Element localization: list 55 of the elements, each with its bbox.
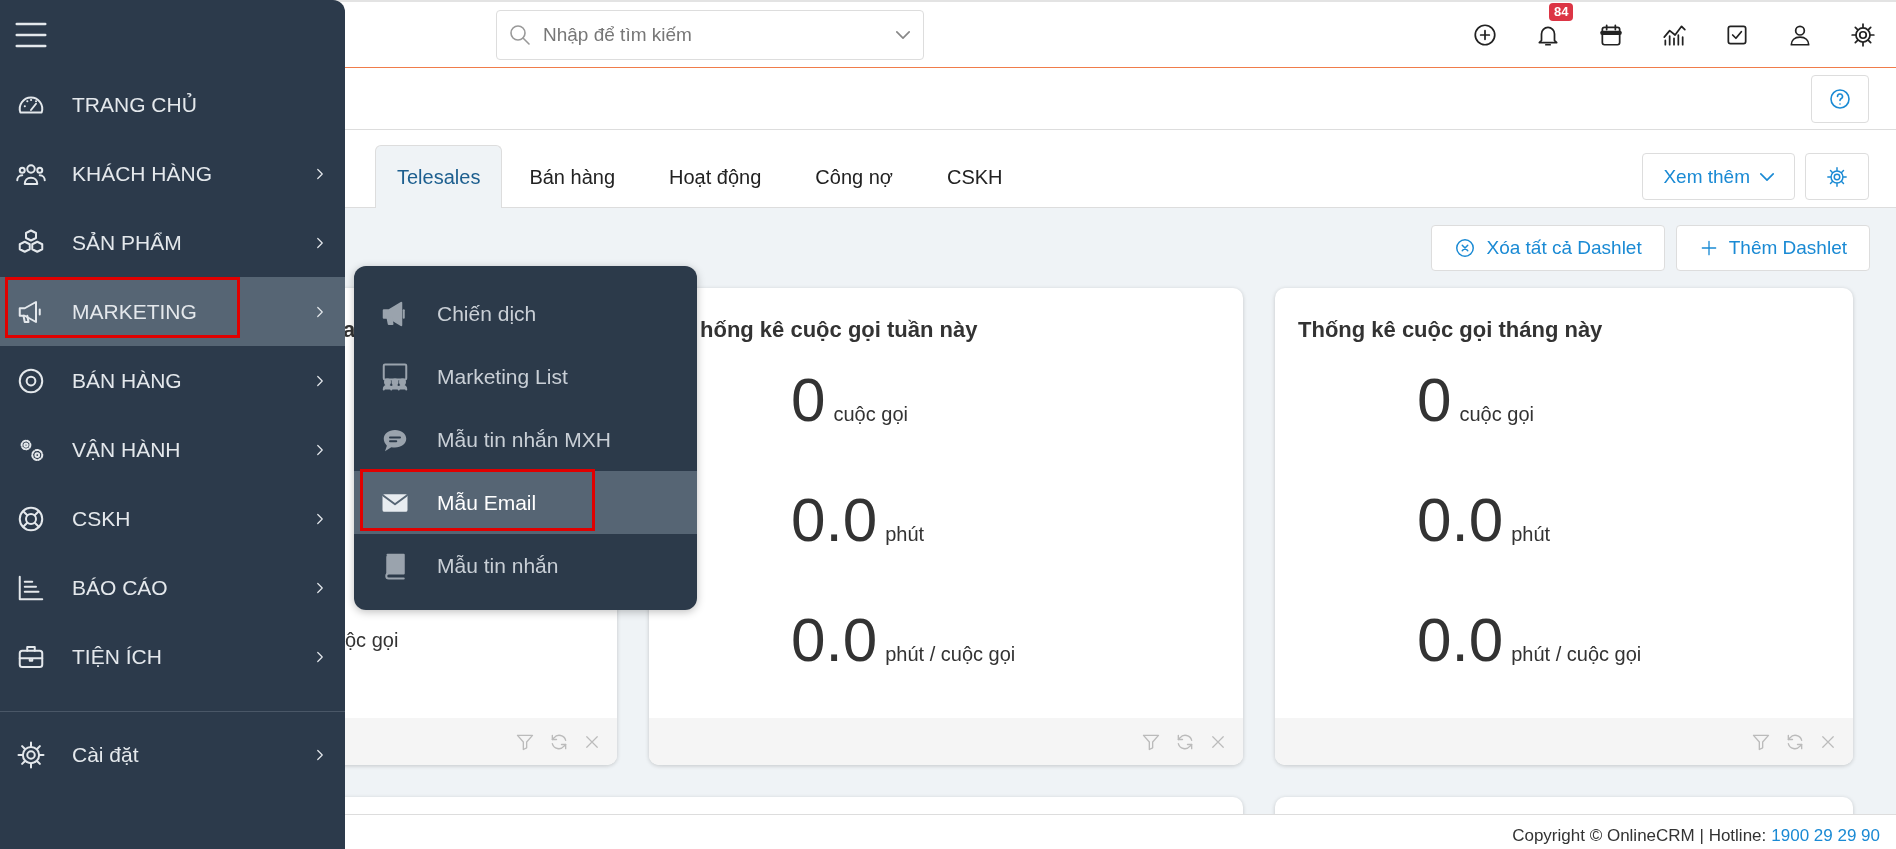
settings-button[interactable] [1849, 20, 1877, 49]
stat-value: 0.0 [1417, 605, 1504, 675]
card-title: hống kê cuộc gọi tuần này [700, 316, 978, 344]
stat-unit: cuộc gọi [1459, 403, 1534, 426]
sidebar-item[interactable]: MARKETING [0, 277, 345, 346]
settings-icon [1850, 21, 1876, 48]
close-circle-icon [1454, 237, 1477, 259]
sidebar-item[interactable]: BÁO CÁO [0, 553, 345, 622]
stat-unit: phút [885, 523, 925, 546]
settings-icon [16, 739, 46, 770]
sidebar-item[interactable]: Cài đặt [0, 720, 345, 789]
add-dashlet-button[interactable]: Thêm Dashlet [1675, 225, 1870, 271]
presentation-icon [380, 361, 410, 392]
sidebar-item[interactable]: CSKH [0, 484, 345, 553]
sidebar-item[interactable]: SẢN PHẨM [0, 208, 345, 277]
submenu-item[interactable]: Chiến dịch [354, 282, 697, 345]
tab[interactable]: CSKH [919, 145, 1030, 208]
submenu-item[interactable]: Marketing List [354, 345, 697, 408]
more-button[interactable]: Xem thêm [1642, 153, 1795, 200]
tab[interactable]: Bán hàng [502, 145, 643, 208]
help-button[interactable] [1811, 74, 1869, 123]
stat-value: 0.0 [791, 605, 878, 675]
sidebar-item[interactable]: TIỆN ÍCH [0, 622, 345, 691]
submenu-item[interactable]: Mẫu tin nhắn [354, 534, 697, 597]
search-icon [508, 22, 532, 47]
stat-value: 0 [791, 365, 826, 435]
notification-badge: 84 [1549, 2, 1574, 21]
stat-unit: phút / cuộc gọi [885, 643, 1016, 666]
calendar-icon [1598, 21, 1624, 48]
sidebar-item[interactable]: KHÁCH HÀNG [0, 139, 345, 208]
help-icon [1828, 86, 1852, 111]
sidebar-item[interactable]: BÁN HÀNG [0, 346, 345, 415]
tab[interactable]: Hoạt động [642, 145, 789, 208]
stat-unit: ộc gọi [345, 628, 399, 652]
submenu-item[interactable]: Mẫu tin nhắn MXH [354, 408, 697, 471]
clear-dashlets-button[interactable]: Xóa tất cả Dashlet [1431, 225, 1665, 271]
stat-value: 0.0 [791, 485, 878, 555]
stat-value: 0.0 [1417, 485, 1504, 555]
chevron-down-icon [1760, 172, 1774, 181]
tab[interactable]: Công nợ [788, 145, 920, 208]
stat-unit: phút / cuộc gọi [1511, 643, 1642, 666]
tab[interactable]: Telesales [375, 145, 503, 208]
submenu-item[interactable]: Mẫu Email [354, 471, 697, 534]
sidebar-item[interactable]: TRANG CHỦ [0, 70, 345, 139]
hotline-link[interactable]: 1900 29 29 90 [1771, 826, 1880, 846]
stat-unit: phút [1511, 523, 1551, 546]
stat-unit: cuộc gọi [833, 403, 908, 426]
plus-circle-icon [1472, 21, 1498, 48]
search-field[interactable]: Nhập để tìm kiếm [496, 9, 924, 60]
stat-value: 0 [1417, 365, 1452, 435]
settings-icon [1826, 165, 1848, 188]
copyright-text: Copyright © OnlineCRM | Hotline: [1512, 826, 1767, 846]
card-title: Thống kê cuộc gọi tháng này [1298, 316, 1603, 344]
sidebar-item[interactable]: VẬN HÀNH [0, 415, 345, 484]
chevron-down-icon [896, 30, 910, 39]
